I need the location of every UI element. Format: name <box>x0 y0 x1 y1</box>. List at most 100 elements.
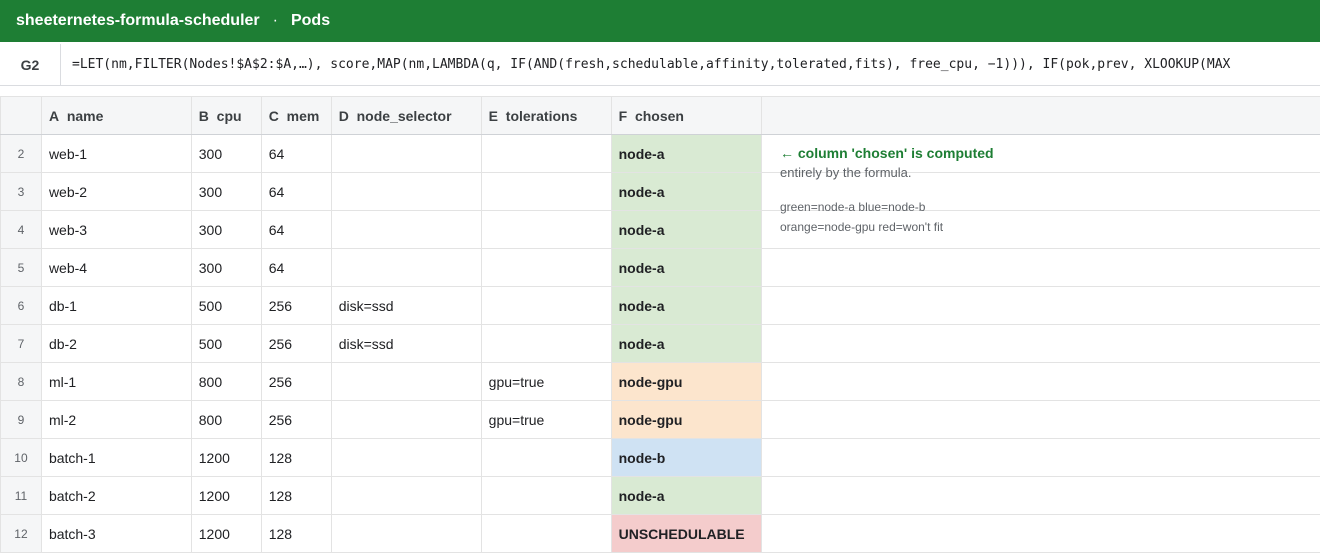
cell-mem[interactable]: 64 <box>260 210 332 249</box>
row-number[interactable]: 9 <box>0 400 42 439</box>
cell-node-selector[interactable] <box>330 400 482 439</box>
cell-cpu[interactable]: 800 <box>190 400 262 439</box>
row-number[interactable]: 2 <box>0 134 42 173</box>
cell-node-selector[interactable] <box>330 362 482 401</box>
cell-tolerations[interactable] <box>480 248 612 287</box>
grid-body: 2 web-1 300 64 node-a 3 web-2 300 64 node-a 4 web-3… <box>0 134 1320 553</box>
formula-bar: G2 <box>0 44 1320 86</box>
cell-chosen[interactable]: node-a <box>610 286 762 325</box>
row-number[interactable]: 3 <box>0 172 42 211</box>
cell-node-selector[interactable] <box>330 476 482 515</box>
cell-tolerations[interactable] <box>480 210 612 249</box>
cell-chosen[interactable]: node-gpu <box>610 400 762 439</box>
cell-tolerations[interactable]: gpu=true <box>480 362 612 401</box>
corner-cell[interactable] <box>0 96 42 135</box>
cell-mem[interactable]: 128 <box>260 514 332 553</box>
cell-empty[interactable] <box>760 324 1320 363</box>
cell-node-selector[interactable] <box>330 210 482 249</box>
row-number[interactable]: 6 <box>0 286 42 325</box>
cell-empty[interactable] <box>760 400 1320 439</box>
cell-chosen[interactable]: node-gpu <box>610 362 762 401</box>
cell-tolerations[interactable] <box>480 286 612 325</box>
column-header-node-selector[interactable]: D node_selector <box>330 96 482 135</box>
cell-mem[interactable]: 64 <box>260 248 332 287</box>
cell-reference[interactable]: G2 <box>0 44 61 85</box>
cell-name[interactable]: web-2 <box>40 172 192 211</box>
cell-empty[interactable] <box>760 514 1320 553</box>
cell-empty[interactable] <box>760 248 1320 287</box>
row-number[interactable]: 8 <box>0 362 42 401</box>
cell-mem[interactable]: 256 <box>260 362 332 401</box>
cell-mem[interactable]: 128 <box>260 476 332 515</box>
cell-chosen[interactable]: node-a <box>610 172 762 211</box>
cell-node-selector[interactable]: disk=ssd <box>330 286 482 325</box>
cell-cpu[interactable]: 1200 <box>190 438 262 477</box>
cell-node-selector[interactable]: disk=ssd <box>330 324 482 363</box>
cell-cpu[interactable]: 500 <box>190 286 262 325</box>
cell-tolerations[interactable] <box>480 324 612 363</box>
cell-node-selector[interactable] <box>330 134 482 173</box>
cell-cpu[interactable]: 800 <box>190 362 262 401</box>
cell-mem[interactable]: 128 <box>260 438 332 477</box>
row-number[interactable]: 5 <box>0 248 42 287</box>
column-header-cpu[interactable]: B cpu <box>190 96 262 135</box>
title-separator: · <box>272 12 278 29</box>
cell-mem[interactable]: 256 <box>260 324 332 363</box>
cell-cpu[interactable]: 1200 <box>190 476 262 515</box>
row-number[interactable]: 4 <box>0 210 42 249</box>
cell-name[interactable]: db-2 <box>40 324 192 363</box>
cell-mem[interactable]: 256 <box>260 400 332 439</box>
cell-name[interactable]: db-1 <box>40 286 192 325</box>
cell-tolerations[interactable]: gpu=true <box>480 400 612 439</box>
cell-mem[interactable]: 64 <box>260 134 332 173</box>
cell-tolerations[interactable] <box>480 172 612 211</box>
cell-chosen[interactable]: node-a <box>610 324 762 363</box>
cell-cpu[interactable]: 500 <box>190 324 262 363</box>
cell-chosen[interactable]: node-a <box>610 476 762 515</box>
cell-chosen[interactable]: UNSCHEDULABLE <box>610 514 762 553</box>
cell-mem[interactable]: 64 <box>260 172 332 211</box>
cell-name[interactable]: batch-1 <box>40 438 192 477</box>
cell-name[interactable]: web-4 <box>40 248 192 287</box>
column-header-empty[interactable] <box>760 96 1320 135</box>
cell-name[interactable]: web-3 <box>40 210 192 249</box>
cell-node-selector[interactable] <box>330 514 482 553</box>
cell-chosen[interactable]: node-a <box>610 248 762 287</box>
row-number[interactable]: 12 <box>0 514 42 553</box>
cell-chosen[interactable]: node-a <box>610 134 762 173</box>
row-number[interactable]: 10 <box>0 438 42 477</box>
cell-tolerations[interactable] <box>480 134 612 173</box>
cell-chosen[interactable]: node-a <box>610 210 762 249</box>
column-header-name[interactable]: A name <box>40 96 192 135</box>
cell-node-selector[interactable] <box>330 248 482 287</box>
cell-cpu[interactable]: 300 <box>190 248 262 287</box>
cell-node-selector[interactable] <box>330 438 482 477</box>
cell-mem[interactable]: 256 <box>260 286 332 325</box>
cell-cpu[interactable]: 300 <box>190 172 262 211</box>
column-header-tolerations[interactable]: E tolerations <box>480 96 612 135</box>
cell-empty[interactable] <box>760 438 1320 477</box>
cell-node-selector[interactable] <box>330 172 482 211</box>
cell-empty[interactable] <box>760 362 1320 401</box>
cell-tolerations[interactable] <box>480 438 612 477</box>
cell-cpu[interactable]: 300 <box>190 134 262 173</box>
cell-name[interactable]: web-1 <box>40 134 192 173</box>
column-header-mem[interactable]: C mem <box>260 96 332 135</box>
table-row: 8 ml-1 800 256 gpu=true node-gpu <box>0 362 1320 401</box>
formula-input[interactable] <box>61 44 1320 85</box>
cell-chosen[interactable]: node-b <box>610 438 762 477</box>
sheet-name[interactable]: Pods <box>291 12 330 30</box>
cell-cpu[interactable]: 1200 <box>190 514 262 553</box>
cell-tolerations[interactable] <box>480 476 612 515</box>
column-header-chosen[interactable]: F chosen <box>610 96 762 135</box>
cell-empty[interactable] <box>760 476 1320 515</box>
cell-cpu[interactable]: 300 <box>190 210 262 249</box>
row-number[interactable]: 7 <box>0 324 42 363</box>
cell-name[interactable]: batch-2 <box>40 476 192 515</box>
cell-name[interactable]: ml-2 <box>40 400 192 439</box>
cell-name[interactable]: batch-3 <box>40 514 192 553</box>
row-number[interactable]: 11 <box>0 476 42 515</box>
cell-name[interactable]: ml-1 <box>40 362 192 401</box>
cell-tolerations[interactable] <box>480 514 612 553</box>
cell-empty[interactable] <box>760 286 1320 325</box>
